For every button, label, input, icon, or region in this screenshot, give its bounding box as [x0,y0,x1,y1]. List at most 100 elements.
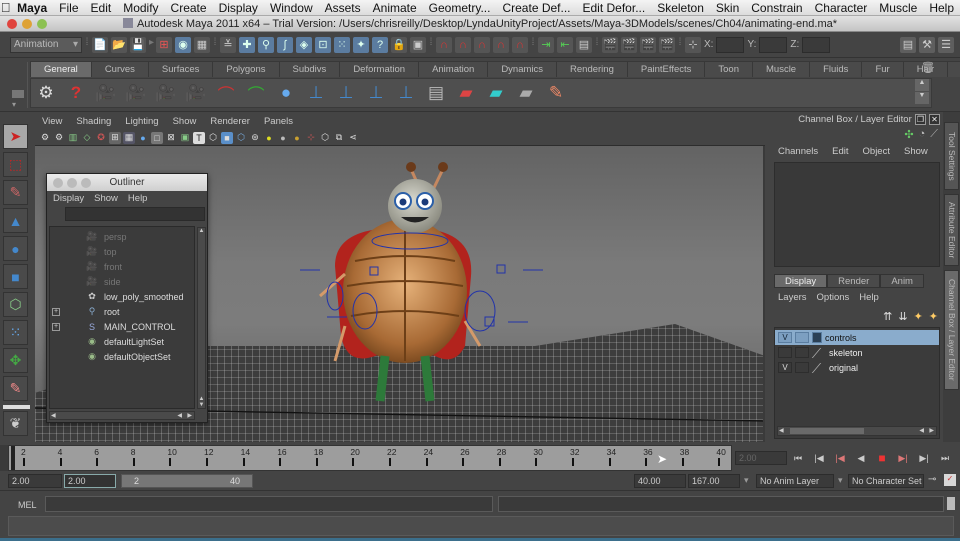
image-plane-icon[interactable]: ▥ [67,132,79,144]
step-forward-key-button[interactable]: ▶| [895,451,911,465]
move-layer-down-icon[interactable]: ⇊ [898,310,907,323]
layer-menu-layers[interactable]: Layers [778,292,807,303]
shelf-tab-muscle[interactable]: Muscle [752,61,811,77]
outliner-menu-help[interactable]: Help [128,191,148,206]
go-to-end-button[interactable]: ⏭ [937,451,953,465]
mel-label[interactable]: MEL [18,500,37,510]
time-slider[interactable]: 2 4 6 8 10 12 14 16 18 20 22 24 26 28 30 32 34 36 38 40 ➤ [8,445,732,471]
outliner-icon[interactable]: ▤ [424,81,448,105]
outliner-item[interactable]: 🎥 persp [50,229,194,244]
scroll-left-icon[interactable]: ◀ [177,412,182,419]
shelf-tab-deformation[interactable]: Deformation [339,61,420,77]
menu-muscle[interactable]: Muscle [873,1,923,15]
select-misc-icon[interactable]: ? [372,36,388,53]
select-hierarchy-icon[interactable]: ⊞ [156,36,172,53]
paint-tool-icon[interactable]: ✎ [544,81,568,105]
grid-icon[interactable]: ⊞ [109,131,121,144]
output-ops-icon[interactable]: ⇤ [557,36,573,53]
menu-geometry[interactable]: Geometry... [423,1,497,15]
resolution-gate-icon[interactable]: ● [137,132,149,144]
step-forward-frame-button[interactable]: ▶| [916,451,932,465]
shelf-tab-general[interactable]: General [30,61,92,77]
rotate-tool-icon[interactable]: ● [3,236,28,261]
layer-visibility-toggle[interactable]: V [778,362,792,373]
shelf-menu[interactable]: ▾ [8,62,28,109]
script-editor-icon[interactable] [947,497,955,510]
shelf-tab-fluids[interactable]: Fluids [809,61,863,77]
camera-move-icon[interactable]: 🎥 [184,81,208,105]
2d-pan-zoom-icon[interactable]: ◇ [81,132,93,144]
shadows-icon[interactable]: ● [291,132,303,144]
grease-pencil-icon[interactable]: ✪ [95,132,107,144]
select-cyan-icon[interactable]: ▰ [484,81,508,105]
layer-menu-help[interactable]: Help [859,292,879,303]
mask-menu-icon[interactable]: ≚ [220,36,236,53]
render-settings-icon[interactable]: 🎬 [659,36,675,53]
step-back-key-button[interactable]: |◀ [832,451,848,465]
menu-edit-deformers[interactable]: Edit Defor... [577,1,652,15]
input-ops-icon[interactable]: ⇥ [538,36,554,53]
hud-icon[interactable]: ⋖ [347,132,359,144]
side-tab-channel-box[interactable]: Channel Box / Layer Editor [944,270,959,390]
save-scene-icon[interactable]: 💾 [130,36,146,53]
safe-action-icon[interactable]: ▣ [179,132,191,144]
select-surfaces-icon[interactable]: ◈ [296,36,312,53]
layer-visibility-toggle[interactable] [778,347,792,358]
layer-row[interactable]: V controls [775,330,939,345]
menu-app[interactable]: Maya [11,1,53,15]
minimize-window-button[interactable] [22,19,32,29]
outliner-filter-input[interactable] [65,207,205,221]
textured-icon[interactable]: ⊛ [249,132,261,144]
smooth-shade-icon[interactable]: ■ [221,131,233,144]
viewport-menu-renderer[interactable]: Renderer [203,115,257,129]
close-panel-icon[interactable]: ✕ [929,114,940,125]
select-handles-icon[interactable]: ✚ [239,36,255,53]
range-slider[interactable]: 2 40 [121,474,253,488]
select-rendering-icon[interactable]: ✦ [353,36,369,53]
layer-row[interactable]: skeleton [775,345,939,360]
shelf-tab-curves[interactable]: Curves [90,61,149,77]
outliner-minimize-button[interactable] [67,178,77,188]
safe-title-icon[interactable]: T [193,131,205,144]
manipulator-icon[interactable]: ✣ [904,128,913,144]
close-window-button[interactable] [7,19,17,29]
move-tool-icon[interactable]: ▲ [3,208,28,233]
unparent-icon[interactable]: ⊥ [394,81,418,105]
outliner-menu-show[interactable]: Show [94,191,118,206]
select-grey-icon[interactable]: ▰ [514,81,538,105]
cb-menu-edit[interactable]: Edit [832,144,848,160]
layer-tab-anim[interactable]: Anim [880,274,924,288]
viewport-menu-panels[interactable]: Panels [257,115,300,129]
snap-grid-icon[interactable]: ∩ [436,36,452,53]
menu-skin[interactable]: Skin [710,1,745,15]
outliner-close-button[interactable] [53,178,63,188]
character-set-selector[interactable]: No Character Set [848,474,924,488]
shelf-scroll-up-button[interactable]: ▲ [915,79,929,91]
current-frame-field[interactable]: 2.00 [735,451,787,465]
scroll-down-icon[interactable]: ▲ ▼ [198,396,205,408]
outliner-vertical-scrollbar[interactable]: ▲ ▲ ▼ [197,227,206,409]
wireframe-icon[interactable]: ⬡ [207,132,219,144]
construction-history-icon[interactable]: ▤ [576,36,592,53]
menu-file[interactable]: File [53,1,84,15]
shelf-tab-toon[interactable]: Toon [704,61,753,77]
ipr-render-icon[interactable]: 🎬 [640,36,656,53]
scale-tool-icon[interactable]: ■ [3,264,28,289]
scroll-up-icon[interactable]: ▲ [198,228,205,234]
shelf-tab-subdivs[interactable]: Subdivs [278,61,341,77]
menu-set-selector[interactable]: Animation ▾ [10,36,82,53]
layer-color-swatch[interactable] [811,347,831,358]
quick-layout-icon[interactable]: ❦ [3,411,28,436]
menu-constrain[interactable]: Constrain [745,1,808,15]
attribute-editor-toggle-icon[interactable]: ▤ [900,36,916,53]
move-layer-up-icon[interactable]: ⇈ [883,310,892,323]
animation-end-field[interactable]: 167.00 [688,474,740,488]
wireframe-on-shaded-icon[interactable]: ⬡ [235,132,247,144]
stop-button[interactable]: ■ [874,451,890,465]
sphere-delete-icon[interactable]: ● [274,81,298,105]
help-icon[interactable]: ? [64,81,88,105]
universal-manipulator-icon[interactable]: ⬡ [3,292,28,317]
channel-list[interactable] [774,162,940,267]
outliner-item[interactable]: 🎥 front [50,259,194,274]
shelf-tab-polygons[interactable]: Polygons [212,61,280,77]
